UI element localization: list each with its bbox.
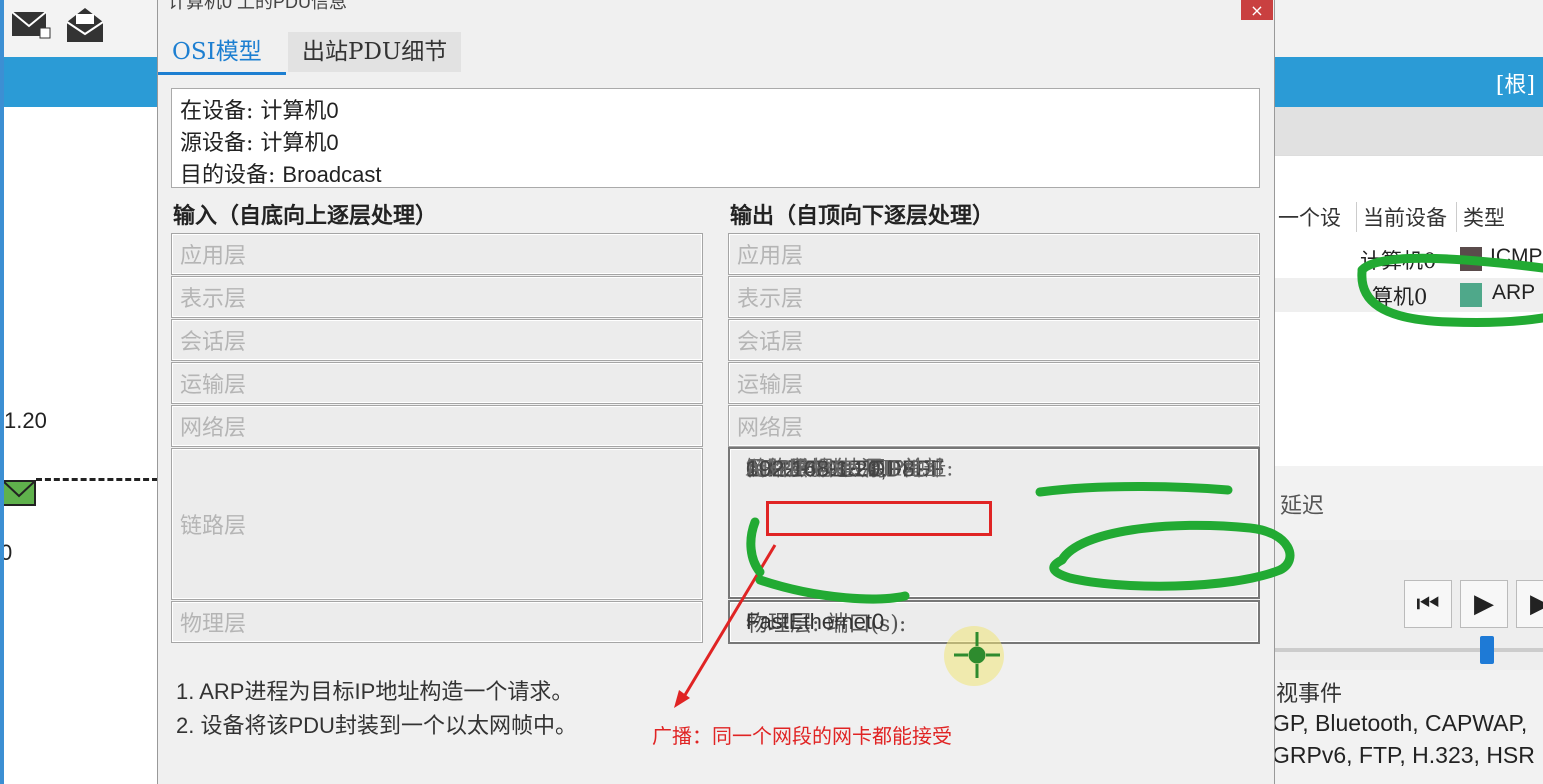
crosshair-icon xyxy=(954,632,1000,678)
green-scribble-icon xyxy=(746,253,1543,604)
annotation-overlay xyxy=(674,253,1543,708)
